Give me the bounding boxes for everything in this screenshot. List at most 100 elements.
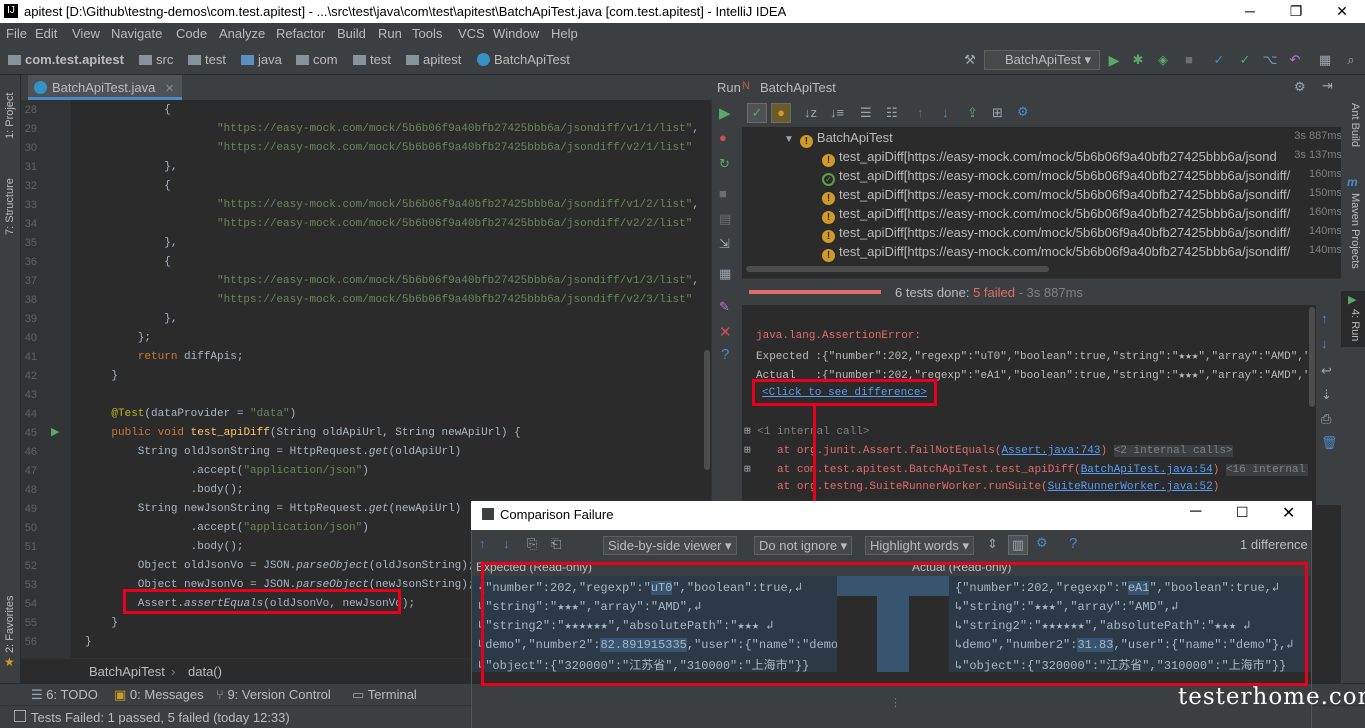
test-row[interactable]: ! test_apiDiff[https://easy-mock.com/mock… [822,225,1342,243]
menu-code[interactable]: Code [176,26,207,41]
menu-refactor[interactable]: Refactor [276,26,325,41]
breadcrumb-test2[interactable]: test [353,52,391,67]
tab-terminal[interactable]: ▭ Terminal [352,687,417,703]
menu-tools[interactable]: Tools [412,26,442,41]
tool-favorites[interactable]: 2: Favorites [4,596,16,653]
exit-icon[interactable]: ⇲ [719,236,730,252]
run-header-config[interactable]: BatchApiTest [760,80,836,95]
dialog-maximize-button[interactable]: ☐ [1236,504,1249,521]
click-to-see-difference-link[interactable]: <Click to see difference> [762,387,927,399]
gear-icon[interactable]: ⚙ [1294,79,1306,95]
export-icon[interactable]: ⇪ [967,105,978,121]
scroll-thumb[interactable] [704,350,710,470]
previous-failed-icon[interactable]: ↑ [917,105,924,120]
stop-icon[interactable]: ■ [719,186,727,201]
layout-icon[interactable]: ▦ [719,266,731,282]
next-failed-icon[interactable]: ↓ [942,105,949,120]
tree-h-scrollbar[interactable] [746,266,1049,272]
vcs-commit-icon[interactable]: ✓ [1237,52,1253,68]
tool-maven-projects[interactable]: Maven Projects [1349,193,1361,269]
scroll-thumb[interactable] [1309,307,1315,407]
editor-tab[interactable]: BatchApiTest.java ✕ [28,75,183,100]
stop-icon[interactable]: ■ [1181,52,1197,68]
scroll-up-icon[interactable]: ↑ [1321,311,1328,326]
status-toggle-icon[interactable] [14,710,26,722]
scroll-to-end-icon[interactable]: ⇣ [1321,387,1332,403]
tool-run[interactable]: 4: Run [1349,309,1361,341]
vcs-history-icon[interactable]: ⌥ [1262,52,1278,68]
menu-edit[interactable]: Edit [35,26,57,41]
tool-ant-build[interactable]: Ant Build [1349,103,1361,147]
minimize-button[interactable]: ─ [1227,0,1273,23]
stack-link-1[interactable]: Assert.java:743 [1001,445,1100,457]
breadcrumb-apitest[interactable]: apitest [406,52,461,67]
run-config-select[interactable]: BatchApiTest ▾ [984,50,1100,70]
vcs-update-icon[interactable]: ✓ [1211,52,1227,68]
sort-duration-icon[interactable]: ↓≡ [830,105,844,120]
run-icon[interactable]: ▶ [1106,52,1122,68]
build-hammer-icon[interactable]: ⚒ [962,52,978,68]
collapse-all-icon[interactable]: ☷ [886,105,898,121]
stack-link-2[interactable]: BatchApiTest.java:54 [1081,464,1213,476]
sort-alpha-icon[interactable]: ↓z [804,105,817,120]
expected-pane[interactable]: {"number":202,"regexp":"uT0","boolean":t… [472,576,867,684]
internal-call-fold[interactable]: ⊞ <1 internal call> [744,424,869,438]
menu-window[interactable]: Window [493,26,539,41]
crumb-class[interactable]: BatchApiTest [89,664,165,679]
soft-wrap-icon[interactable]: ↩ [1321,363,1332,379]
dialog-gear-icon[interactable]: ⚙ [1036,535,1048,551]
test-row[interactable]: ✓ test_apiDiff[https://easy-mock.com/mock… [822,168,1342,186]
prev-diff-icon[interactable]: ↑ [479,536,486,551]
close-window-button[interactable]: ✕ [1319,0,1365,23]
test-console[interactable]: java.lang.AssertionError: Expected :{"nu… [742,305,1352,505]
coverage-icon[interactable]: ◈ [1155,52,1171,68]
menu-help[interactable]: Help [551,26,578,41]
print-icon[interactable]: ⎙ [1321,411,1331,427]
show-passed-icon[interactable]: ✓ [747,103,767,123]
pin-icon[interactable]: ✎ [719,299,730,315]
dialog-minimize-button[interactable]: ─ [1190,503,1201,521]
debug-bug-icon[interactable]: ✱ [1130,52,1146,68]
compare-icon[interactable]: ⎗ [551,536,561,552]
breadcrumb-java[interactable]: java [241,52,282,67]
breadcrumb-src[interactable]: src [139,52,173,67]
tab-todo[interactable]: ☰ 6: TODO [31,687,98,703]
breadcrumb-com[interactable]: com [296,52,338,67]
console-scrollbar[interactable] [1308,305,1316,505]
breadcrumb-class[interactable]: BatchApiTest [477,52,570,67]
viewer-select[interactable]: Side-by-side viewer ▾ [603,536,737,555]
show-ignored-icon[interactable]: ● [771,103,791,123]
tool-structure[interactable]: 7: Structure [4,178,16,235]
test-settings-gear-icon[interactable]: ⚙ [1017,104,1029,120]
rerun-icon[interactable]: ▶ [719,104,731,122]
trash-icon[interactable]: 🗑 [1321,435,1338,451]
run-test-gutter-icon[interactable]: ▶ [51,425,59,438]
jump-source-icon[interactable]: ⎘ [527,536,537,552]
dialog-close-button[interactable]: ✕ [1282,503,1295,523]
menu-analyze[interactable]: Analyze [219,26,265,41]
breadcrumb-test[interactable]: test [188,52,226,67]
dump-threads-icon[interactable]: ▤ [719,211,731,227]
actual-pane[interactable]: {"number":202,"regexp":"eA1","boolean":t… [949,576,1311,684]
test-row[interactable]: ! test_apiDiff[https://easy-mock.com/mock… [822,187,1342,205]
sync-scroll-icon[interactable]: ▥ [1008,535,1028,555]
restore-button[interactable]: ❐ [1273,0,1319,23]
menu-view[interactable]: View [72,26,100,41]
tab-messages[interactable]: ▣ 0: Messages [114,687,204,703]
search-everywhere-icon[interactable]: ⌕ [1343,52,1359,68]
expand-all-icon[interactable]: ☰ [860,105,872,121]
menu-build[interactable]: Build [337,26,366,41]
next-diff-icon[interactable]: ↓ [503,536,510,551]
test-row[interactable]: ! test_apiDiff[https://easy-mock.com/mock… [822,149,1342,167]
breadcrumb-project[interactable]: com.test.apitest [8,52,124,67]
hide-panel-icon[interactable]: ⇥ [1322,78,1333,94]
test-row[interactable]: ! test_apiDiff[https://easy-mock.com/mock… [822,206,1342,224]
tab-version-control[interactable]: ⑂ 9: Version Control [216,687,331,702]
menu-navigate[interactable]: Navigate [111,26,162,41]
revert-icon[interactable]: ↶ [1287,52,1303,68]
menu-run[interactable]: Run [378,26,402,41]
crumb-method[interactable]: data() [188,664,222,679]
toggle-autotest-icon[interactable]: ↻ [719,156,730,172]
import-icon[interactable]: ⊞ [992,105,1003,121]
resize-grip-icon[interactable]: ⋮ [890,696,901,709]
